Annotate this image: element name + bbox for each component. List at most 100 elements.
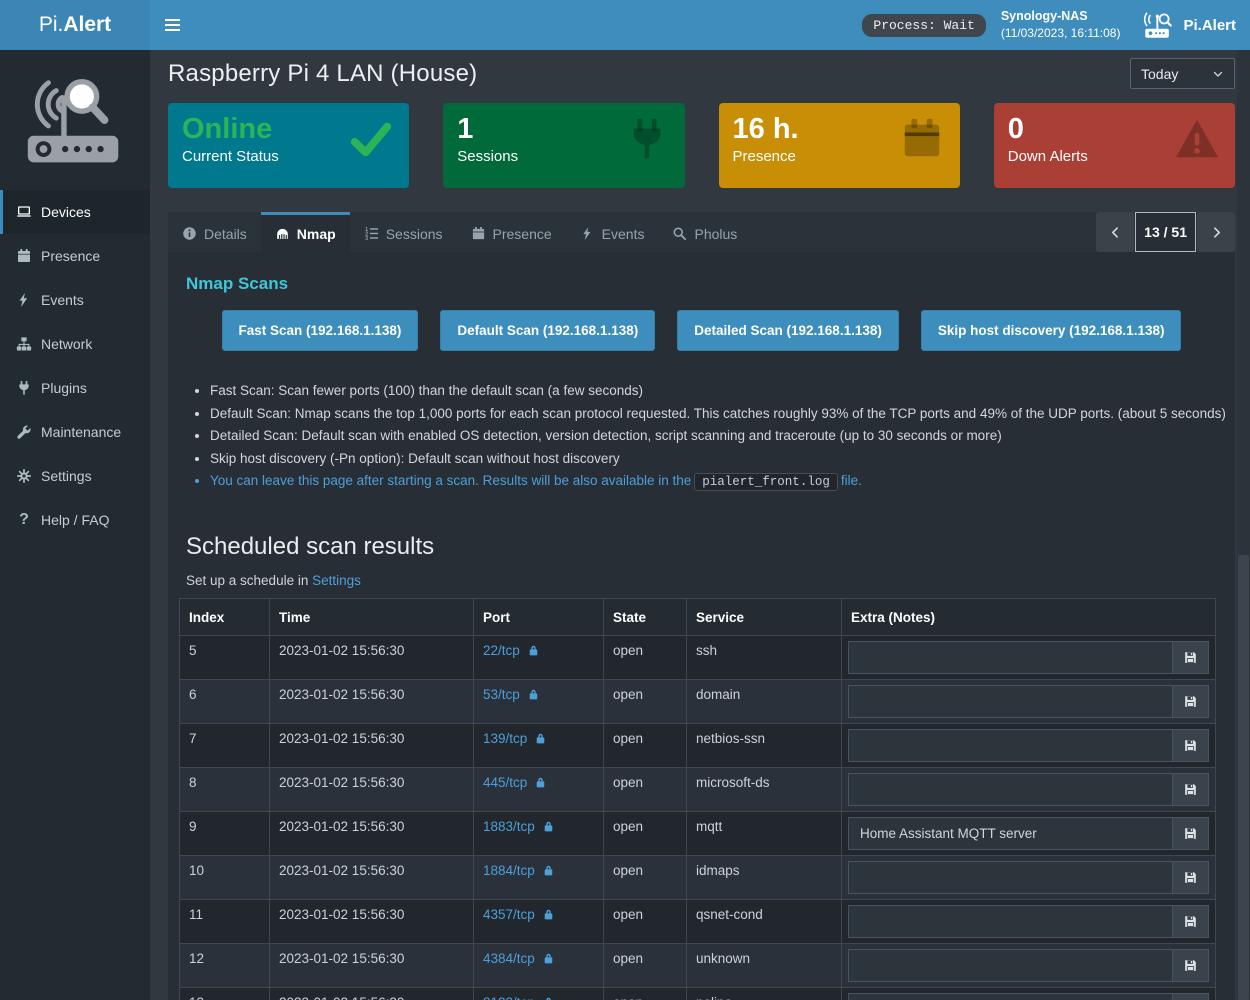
tab-details[interactable]: Details [168, 212, 261, 252]
save-note-button[interactable] [1172, 685, 1209, 718]
scan-button-fast-scan[interactable]: Fast Scan (192.168.1.138) [222, 310, 419, 351]
save-icon [1183, 650, 1198, 665]
port-label: 4384/tcp [483, 951, 535, 966]
note-input[interactable] [848, 685, 1172, 718]
note-input[interactable] [848, 861, 1172, 894]
summary-card-current-status: OnlineCurrent Status [168, 103, 409, 188]
lock-icon [534, 776, 547, 789]
cell-port: 1884/tcp [474, 856, 604, 900]
sidebar-item-devices[interactable]: Devices [0, 190, 150, 234]
note-input[interactable] [848, 729, 1172, 762]
port-link[interactable]: 139/tcp [483, 731, 547, 746]
sidebar-item-presence[interactable]: Presence [0, 234, 150, 278]
save-note-button[interactable] [1172, 905, 1209, 938]
scrollbar-track [1237, 50, 1250, 1000]
column-header-state: State [604, 599, 687, 636]
cell-service: ssh [687, 636, 842, 680]
cell-index: 11 [180, 900, 270, 944]
sidebar-item-label: Plugins [41, 380, 87, 396]
sidebar-item-settings[interactable]: Settings [0, 454, 150, 498]
note-input[interactable] [848, 905, 1172, 938]
note-input[interactable] [848, 949, 1172, 982]
table-row: 112023-01-02 15:56:304357/tcpopenqsnet-c… [180, 900, 1216, 944]
save-note-button[interactable] [1172, 641, 1209, 674]
cell-state: open [604, 944, 687, 988]
tab-presence[interactable]: Presence [457, 212, 566, 252]
tab-sessions[interactable]: 123Sessions [350, 212, 457, 252]
scan-button-skip-host-discovery[interactable]: Skip host discovery (192.168.1.138) [921, 310, 1182, 351]
save-note-button[interactable] [1172, 729, 1209, 762]
save-note-button[interactable] [1172, 817, 1209, 850]
port-label: 8123/tcp [483, 995, 535, 1000]
info-icon [182, 226, 197, 241]
brand-logo[interactable]: Pi.Alert [0, 0, 150, 50]
save-note-button[interactable] [1172, 773, 1209, 806]
lock-icon [542, 996, 555, 1000]
cell-extra-notes [842, 856, 1216, 900]
calendar-icon [471, 226, 486, 241]
note-text-before: You can leave this page after starting a… [210, 473, 691, 488]
sidebar-item-label: Maintenance [41, 424, 121, 440]
port-link[interactable]: 1884/tcp [483, 863, 555, 878]
lock-icon [534, 732, 547, 745]
prev-device-button[interactable] [1096, 212, 1134, 252]
port-link[interactable]: 4357/tcp [483, 907, 555, 922]
port-link[interactable]: 22/tcp [483, 643, 540, 658]
port-link[interactable]: 1883/tcp [483, 819, 555, 834]
note-input[interactable] [848, 641, 1172, 674]
schedule-subtext: Set up a schedule in Settings [178, 573, 1225, 588]
cell-state: open [604, 988, 687, 1000]
port-link[interactable]: 445/tcp [483, 775, 547, 790]
sidebar-item-plugins[interactable]: Plugins [0, 366, 150, 410]
cell-service: microsoft-ds [687, 768, 842, 812]
period-select-value: Today [1141, 66, 1178, 82]
tab-events[interactable]: Events [566, 212, 659, 252]
tab-label: Sessions [386, 226, 443, 242]
port-link[interactable]: 53/tcp [483, 687, 540, 702]
save-note-button[interactable] [1172, 993, 1209, 1000]
summary-card-down-alerts: 0Down Alerts [994, 103, 1235, 188]
warning-icon [1174, 116, 1220, 162]
column-header-port: Port [474, 599, 604, 636]
tab-nmap[interactable]: Nmap [261, 212, 350, 252]
scan-button-default-scan[interactable]: Default Scan (192.168.1.138) [440, 310, 655, 351]
sidebar-item-help-faq[interactable]: ?Help / FAQ [0, 498, 150, 542]
sidebar-item-events[interactable]: Events [0, 278, 150, 322]
tab-strip: DetailsNmap123SessionsPresence Events Phol… [168, 212, 1235, 252]
save-icon [1183, 782, 1198, 797]
cell-extra-notes [842, 768, 1216, 812]
plug-icon [624, 116, 670, 162]
sidebar-toggle-button[interactable] [150, 0, 194, 50]
sidebar-item-maintenance[interactable]: Maintenance [0, 410, 150, 454]
sidebar-item-network[interactable]: Network [0, 322, 150, 366]
note-input[interactable] [848, 773, 1172, 806]
settings-icon [16, 468, 32, 484]
tab-label: Events [602, 226, 645, 242]
scan-button-detailed-scan[interactable]: Detailed Scan (192.168.1.138) [677, 310, 899, 351]
settings-link[interactable]: Settings [312, 573, 361, 588]
cell-port: 53/tcp [474, 680, 604, 724]
cell-port: 1883/tcp [474, 812, 604, 856]
save-icon [1183, 958, 1198, 973]
save-note-button[interactable] [1172, 861, 1209, 894]
scrollbar-thumb[interactable] [1238, 555, 1249, 1000]
cell-port: 139/tcp [474, 724, 604, 768]
note-input[interactable] [848, 817, 1172, 850]
column-header-time: Time [270, 599, 474, 636]
app-home-link[interactable]: Pi.Alert [1142, 12, 1236, 39]
port-link[interactable]: 8123/tcp [483, 995, 555, 1000]
sidebar-item-label: Presence [41, 248, 100, 264]
cell-time: 2023-01-02 15:56:30 [270, 900, 474, 944]
port-link[interactable]: 4384/tcp [483, 951, 555, 966]
note-input[interactable] [848, 993, 1172, 1000]
summary-card-presence: 16 h.Presence [719, 103, 960, 188]
cell-service: domain [687, 680, 842, 724]
tab-label: Pholus [694, 226, 737, 242]
cell-index: 5 [180, 636, 270, 680]
next-device-button[interactable] [1197, 212, 1235, 252]
save-note-button[interactable] [1172, 949, 1209, 982]
table-row: 52023-01-02 15:56:3022/tcpopenssh [180, 636, 1216, 680]
period-select[interactable]: Today [1130, 58, 1235, 89]
port-label: 53/tcp [483, 687, 520, 702]
tab-pholus[interactable]: Pholus [658, 212, 751, 252]
